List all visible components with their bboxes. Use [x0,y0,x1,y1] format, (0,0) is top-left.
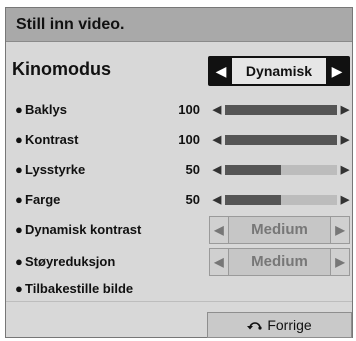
backlight-label: Baklys [25,102,67,117]
noise-reduction-select[interactable]: ◀ Medium ▶ [209,248,350,276]
color-value: 50 [185,192,200,207]
slider-row-color[interactable]: ● Farge 50 ◀ ▶ [6,189,352,211]
color-slider[interactable]: ◀ ▶ [211,191,351,209]
dynamic-contrast-label: Dynamisk kontrast [25,222,142,237]
slider-fill [225,105,337,115]
slider-track [225,195,337,205]
mode-prev-icon[interactable]: ◀ [210,56,232,86]
select-row-noise-reduction[interactable]: ● Støyreduksjon ◀ Medium ▶ [6,248,352,276]
noise-reduction-label: Støyreduksjon [25,254,116,269]
picture-mode-value: Dynamisk [232,58,326,84]
select-next-icon[interactable]: ▶ [330,249,349,275]
brightness-value: 50 [185,162,200,177]
increase-icon[interactable]: ▶ [339,131,351,149]
video-settings-panel: Still inn video. Kinomodus ◀ Dynamisk ▶ … [5,7,353,338]
slider-track [225,135,337,145]
decrease-icon[interactable]: ◀ [211,191,223,209]
back-button-label: Forrige [267,317,312,333]
bullet-icon: ● [15,192,23,207]
reset-picture-item[interactable]: ● Tilbakestille bilde [6,278,352,300]
bullet-icon: ● [15,132,23,147]
bullet-icon: ● [15,281,23,296]
slider-fill [225,165,281,175]
select-next-icon[interactable]: ▶ [330,217,349,243]
select-prev-icon[interactable]: ◀ [210,217,229,243]
dynamic-contrast-value: Medium [251,221,308,238]
bullet-icon: ● [15,102,23,117]
noise-reduction-value: Medium [251,253,308,270]
contrast-slider[interactable]: ◀ ▶ [211,131,351,149]
brightness-label: Lysstyrke [25,162,86,177]
brightness-slider[interactable]: ◀ ▶ [211,161,351,179]
panel-title: Still inn video. [6,8,352,42]
mode-next-icon[interactable]: ▶ [326,56,348,86]
return-arrow-icon [247,313,263,337]
decrease-icon[interactable]: ◀ [211,101,223,119]
slider-fill [225,195,281,205]
contrast-label: Kontrast [25,132,79,147]
footer-divider [6,301,352,302]
slider-track [225,105,337,115]
select-prev-icon[interactable]: ◀ [210,249,229,275]
dynamic-contrast-select[interactable]: ◀ Medium ▶ [209,216,350,244]
increase-icon[interactable]: ▶ [339,101,351,119]
back-button[interactable]: Forrige [207,312,352,338]
bullet-icon: ● [15,222,23,237]
decrease-icon[interactable]: ◀ [211,131,223,149]
slider-row-contrast[interactable]: ● Kontrast 100 ◀ ▶ [6,129,352,151]
backlight-value: 100 [178,102,200,117]
increase-icon[interactable]: ▶ [339,161,351,179]
color-label: Farge [25,192,61,207]
slider-row-brightness[interactable]: ● Lysstyrke 50 ◀ ▶ [6,159,352,181]
picture-mode-selector[interactable]: ◀ Dynamisk ▶ [208,56,350,86]
bullet-icon: ● [15,162,23,177]
decrease-icon[interactable]: ◀ [211,161,223,179]
slider-fill [225,135,337,145]
slider-row-backlight[interactable]: ● Baklys 100 ◀ ▶ [6,99,352,121]
backlight-slider[interactable]: ◀ ▶ [211,101,351,119]
slider-track [225,165,337,175]
select-row-dynamic-contrast[interactable]: ● Dynamisk kontrast ◀ Medium ▶ [6,216,352,244]
picture-mode-label: Kinomodus [12,59,111,79]
bullet-icon: ● [15,254,23,269]
contrast-value: 100 [178,132,200,147]
reset-picture-label: Tilbakestille bilde [25,281,134,296]
increase-icon[interactable]: ▶ [339,191,351,209]
